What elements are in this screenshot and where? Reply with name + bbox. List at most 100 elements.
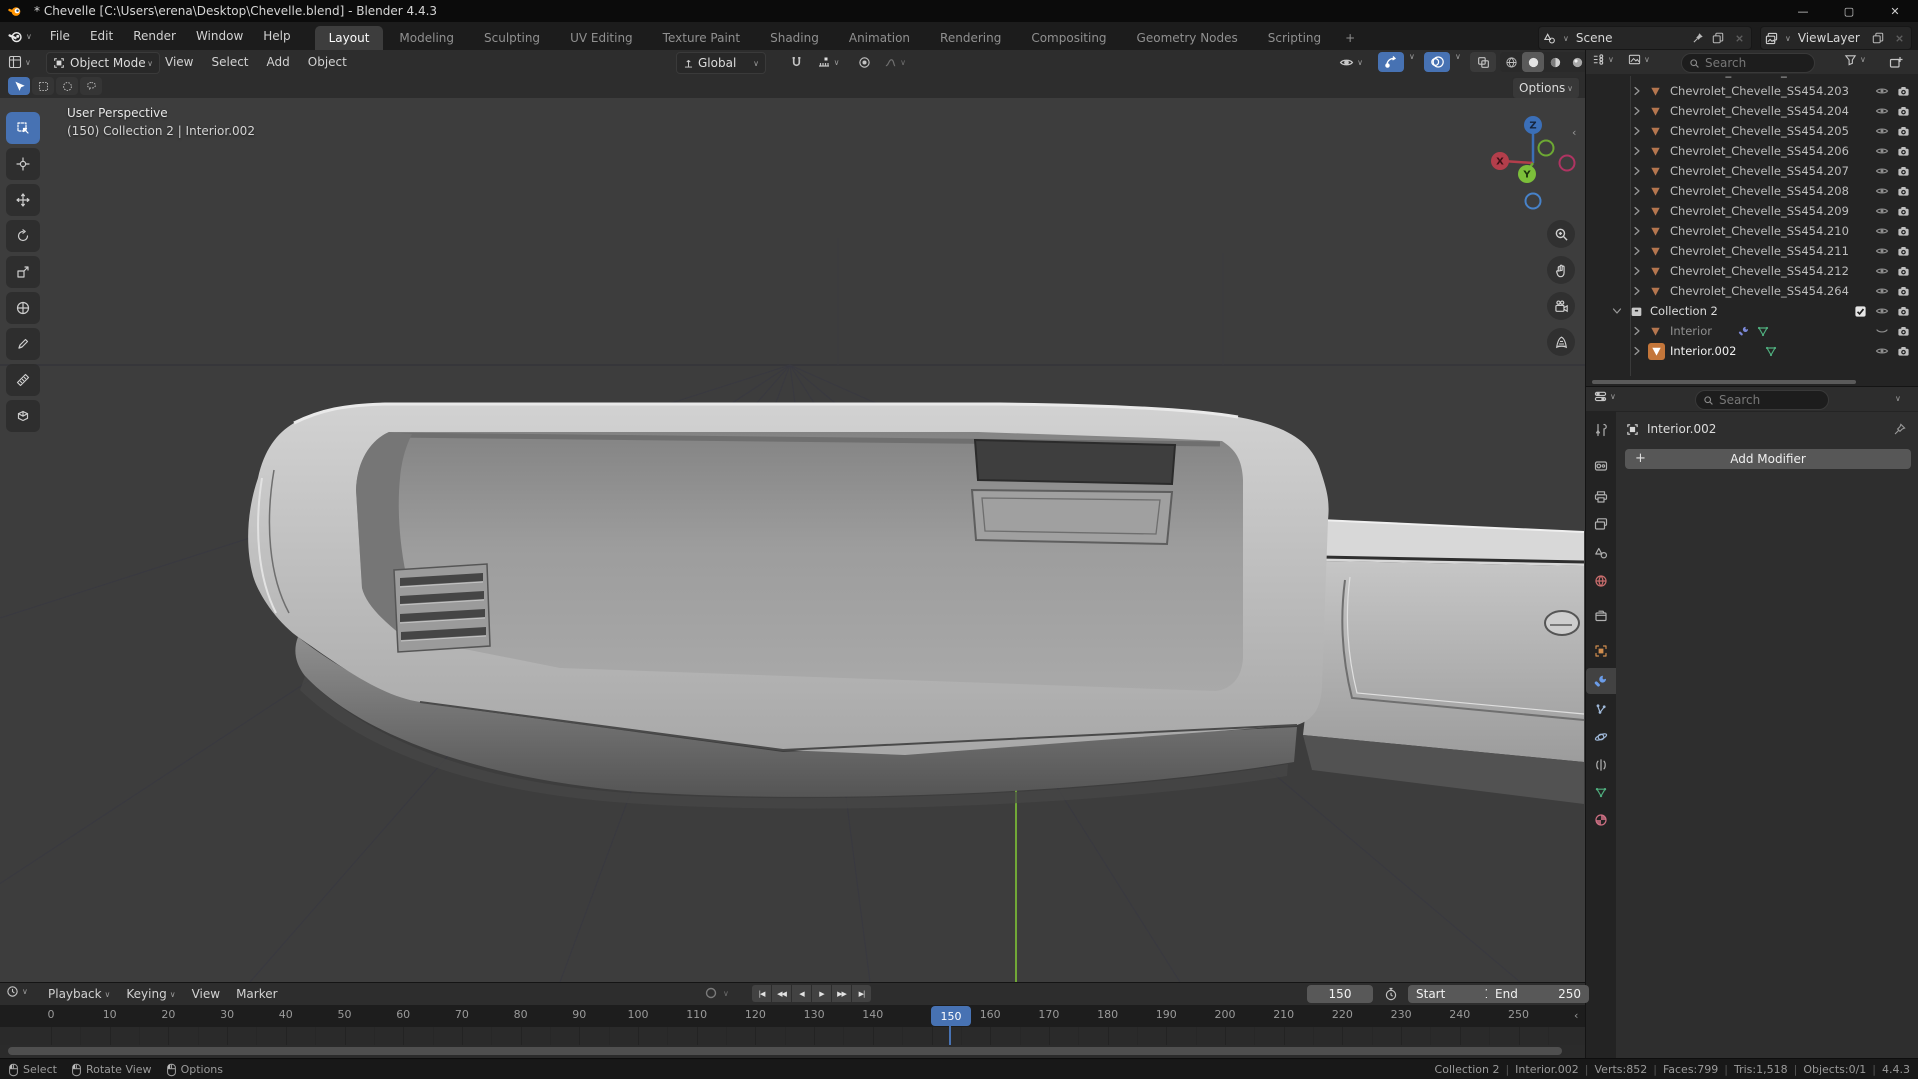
frame-end-field[interactable]: End 250 — [1487, 985, 1589, 1003]
toggle-ortho-button[interactable] — [1547, 328, 1575, 356]
properties-tab-scene[interactable] — [1586, 540, 1616, 566]
chevron-right-icon[interactable] — [1630, 204, 1644, 218]
camera-visibility-icon[interactable] — [1897, 205, 1910, 218]
chevron-right-icon[interactable] — [1630, 84, 1644, 98]
properties-tab-output[interactable] — [1586, 484, 1616, 510]
eye-icon[interactable] — [1875, 184, 1889, 198]
outliner-row[interactable]: Interior — [1586, 321, 1918, 341]
tool-annotate[interactable] — [6, 328, 40, 360]
outliner-row[interactable]: Chevrolet_Chevelle_SS454.203 — [1586, 81, 1918, 101]
new-collection-button[interactable] — [1889, 55, 1903, 69]
viewport-menu-view[interactable]: View — [156, 48, 202, 76]
camera-visibility-icon[interactable] — [1897, 265, 1910, 278]
next-keyframe-button[interactable]: ▶▶ — [832, 985, 851, 1002]
prev-keyframe-button[interactable]: ◀◀ — [772, 985, 791, 1002]
shading-material-button[interactable] — [1544, 52, 1566, 72]
tool-add-cube[interactable] — [6, 400, 40, 432]
chevron-right-icon[interactable] — [1630, 284, 1644, 298]
chevron-right-icon[interactable] — [1630, 164, 1644, 178]
chevron-right-icon[interactable] — [1630, 144, 1644, 158]
timeline-collapse-arrow[interactable]: ‹ — [1574, 1009, 1578, 1022]
chevron-right-icon[interactable] — [1630, 224, 1644, 238]
properties-tab-tool[interactable] — [1586, 417, 1616, 443]
camera-visibility-icon[interactable] — [1897, 245, 1910, 258]
xray-toggle[interactable] — [1470, 52, 1496, 72]
chevron-right-icon[interactable] — [1630, 244, 1644, 258]
workspace-tab-animation[interactable]: Animation — [835, 26, 924, 50]
eye-icon[interactable] — [1875, 204, 1889, 218]
overlays-toggle[interactable] — [1424, 52, 1450, 72]
outliner-row[interactable]: Chevrolet_Chevelle_SS454.204 — [1586, 101, 1918, 121]
gizmo-toggle[interactable] — [1378, 52, 1404, 72]
play-reverse-button[interactable]: ◀ — [792, 985, 811, 1002]
timeline-editor-type-button[interactable]: ∨ — [6, 985, 28, 998]
properties-tab-world[interactable] — [1586, 568, 1616, 594]
outliner-filter-button[interactable]: ∨ — [1844, 53, 1866, 66]
chevron-right-icon[interactable] — [1630, 104, 1644, 118]
camera-visibility-icon[interactable] — [1897, 165, 1910, 178]
eye-icon[interactable] — [1875, 244, 1889, 258]
tool-move[interactable] — [6, 184, 40, 216]
proportional-falloff-dropdown[interactable]: ∨ — [878, 52, 912, 72]
workspace-tab-shading[interactable]: Shading — [756, 26, 833, 50]
outliner-display-mode-button[interactable]: ∨ — [1592, 53, 1614, 66]
camera-visibility-icon[interactable] — [1897, 225, 1910, 238]
viewport-menu-select[interactable]: Select — [202, 48, 257, 76]
navigation-gizmo[interactable]: Z X Y — [1483, 108, 1583, 218]
eye-icon[interactable] — [1875, 104, 1889, 118]
outliner-row[interactable]: Interior.002 — [1586, 341, 1918, 361]
timeline-menu-view[interactable]: View — [184, 980, 228, 1008]
tool-scale[interactable] — [6, 256, 40, 288]
camera-visibility-icon[interactable] — [1897, 85, 1910, 98]
playhead[interactable]: 150 — [931, 1006, 971, 1026]
properties-tab-material[interactable] — [1586, 807, 1616, 833]
chevron-right-icon[interactable] — [1630, 264, 1644, 278]
eye-icon[interactable] — [1875, 224, 1889, 238]
mode-dropdown[interactable]: Object Mode ∨ — [46, 52, 160, 74]
workspace-tab-modeling[interactable]: Modeling — [385, 26, 468, 50]
outliner-row[interactable]: Chevrolet_Chevelle_SS454.210 — [1586, 221, 1918, 241]
camera-visibility-icon[interactable] — [1897, 145, 1910, 158]
properties-tab-data[interactable] — [1586, 779, 1616, 805]
properties-tab-particles[interactable] — [1586, 696, 1616, 722]
outliner-row[interactable]: Chevrolet_Chevelle_SS454.264 — [1586, 281, 1918, 301]
shading-wireframe-button[interactable] — [1500, 52, 1522, 72]
properties-tab-view-layer[interactable] — [1586, 511, 1616, 537]
eye-closed-icon[interactable] — [1875, 324, 1889, 338]
pin-icon[interactable] — [1692, 32, 1704, 44]
select-circle-button[interactable] — [56, 77, 78, 95]
properties-options-dropdown[interactable]: ∨ — [1895, 394, 1901, 403]
outliner-row[interactable]: Chevrolet_Chevelle_SS454.205 — [1586, 121, 1918, 141]
outliner-row[interactable]: Chevrolet_Chevelle_SS454.211 — [1586, 241, 1918, 261]
transform-orientation-dropdown[interactable]: Global ∨ — [676, 52, 766, 74]
eye-icon[interactable] — [1875, 264, 1889, 278]
properties-tab-physics[interactable] — [1586, 724, 1616, 750]
camera-visibility-icon[interactable] — [1897, 76, 1910, 78]
editor-type-button[interactable]: ∨ — [8, 52, 31, 72]
overlays-dropdown[interactable]: ∨ — [1452, 52, 1461, 61]
eye-icon[interactable] — [1875, 284, 1889, 298]
eye-icon[interactable] — [1875, 144, 1889, 158]
properties-tab-collection[interactable] — [1586, 603, 1616, 629]
eye-icon[interactable] — [1875, 164, 1889, 178]
maximize-button[interactable]: ▢ — [1826, 0, 1872, 22]
jump-end-button[interactable]: ▶| — [852, 985, 871, 1002]
tool-rotate[interactable] — [6, 220, 40, 252]
pin-id-icon[interactable] — [1893, 422, 1906, 436]
camera-view-button[interactable] — [1547, 292, 1575, 320]
workspace-tab-geometry-nodes[interactable]: Geometry Nodes — [1123, 26, 1252, 50]
workspace-tab-scripting[interactable]: Scripting — [1254, 26, 1335, 50]
eye-icon[interactable] — [1875, 76, 1889, 78]
chevron-down-icon[interactable] — [1610, 304, 1624, 318]
menu-file[interactable]: File — [40, 22, 80, 50]
view-layer-selector[interactable]: ∨ ViewLayer — [1760, 26, 1912, 50]
select-box-button[interactable] — [32, 77, 54, 95]
chevron-right-icon[interactable] — [1630, 324, 1644, 338]
visibility-dropdown[interactable]: ∨ — [1329, 52, 1373, 72]
snap-toggle[interactable] — [784, 52, 808, 72]
timeline-menu-keying[interactable]: Keying ∨ — [118, 980, 183, 1008]
shading-solid-button[interactable] — [1522, 52, 1544, 72]
timeline-hscrollbar[interactable] — [8, 1047, 1562, 1055]
select-tweak-button[interactable] — [8, 77, 30, 95]
current-frame-field[interactable]: 150 — [1307, 985, 1373, 1003]
